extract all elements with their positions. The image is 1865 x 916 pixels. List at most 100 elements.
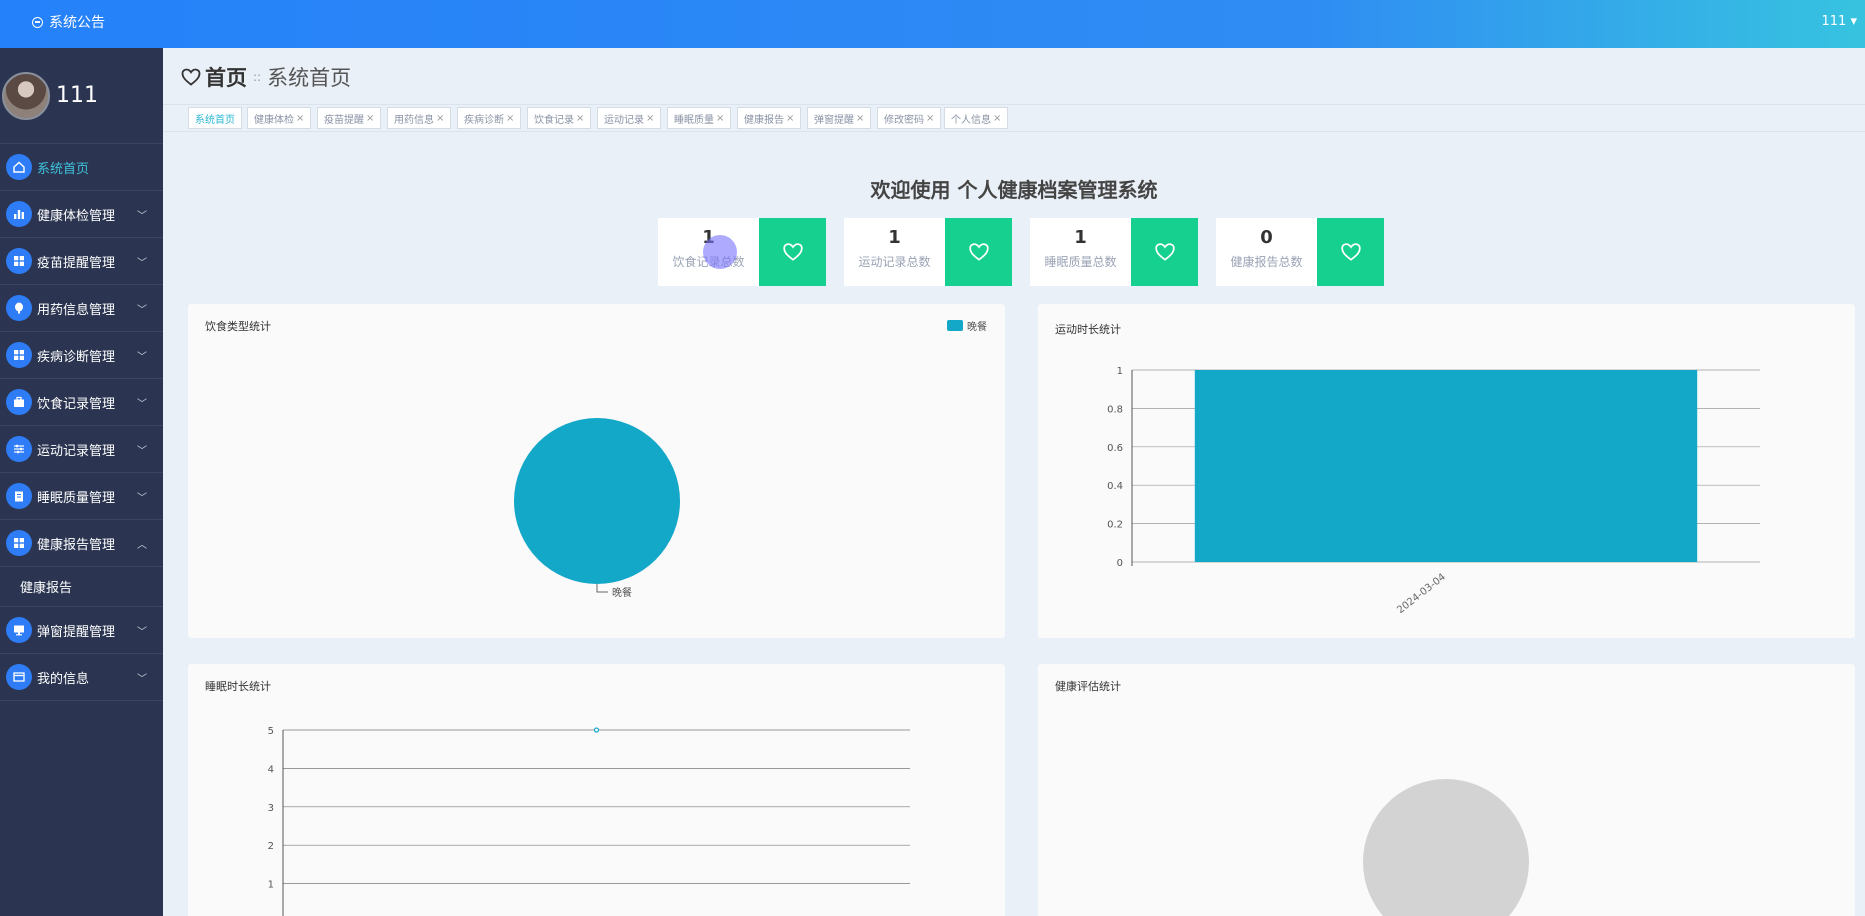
sidebar-item-home[interactable]: 系统首页	[0, 144, 163, 191]
close-icon[interactable]: ×	[506, 113, 514, 124]
tab-exercise[interactable]: 运动记录 ×	[597, 107, 662, 129]
tab-label: 睡眠质量	[674, 114, 714, 126]
close-icon[interactable]: ×	[926, 113, 934, 124]
card-icon	[6, 664, 32, 690]
sidebar-item-label: 我的信息	[37, 671, 90, 687]
sidebar-item-popup-reminder[interactable]: 弹窗提醒管理 ﹀	[0, 607, 163, 654]
tab-diagnosis[interactable]: 疾病诊断 ×	[457, 107, 522, 129]
sleep-line-chart: 1 2 3 4 5	[268, 726, 910, 916]
home-icon	[6, 154, 32, 180]
sidebar-item-label: 饮食记录管理	[37, 396, 116, 412]
tab-bar: 系统首页 健康体检 × 疫苗提醒 × 用药信息 × 疾病诊断 × 饮食记录 × 运动记录 ×…	[163, 104, 1865, 132]
chevron-down-icon: ﹀	[137, 446, 147, 457]
y-tick-label: 0.6	[1107, 443, 1123, 454]
chevron-down-icon: ﹀	[137, 258, 147, 269]
sidebar-item-health-check[interactable]: 健康体检管理 ﹀	[0, 191, 163, 238]
tab-label: 修改密码	[884, 114, 924, 126]
chevron-down-icon: ﹀	[137, 305, 147, 316]
sliders-icon	[6, 436, 32, 462]
chevron-down-icon: ﹀	[137, 627, 147, 638]
tab-diet[interactable]: 饮食记录 ×	[527, 107, 592, 129]
tab-label: 疾病诊断	[464, 114, 504, 126]
tab-home[interactable]: 系统首页	[188, 107, 242, 129]
x-tick-label: 2024-03-04	[1395, 572, 1448, 616]
tab-sleep[interactable]: 睡眠质量 ×	[667, 107, 732, 129]
y-tick-label: 1	[1117, 366, 1123, 377]
sidebar-item-diet[interactable]: 饮食记录管理 ﹀	[0, 379, 163, 426]
chevron-down-icon: ﹀	[137, 674, 147, 685]
exercise-duration-chart-panel: 运动时长统计 0 0.2 0.4 0.6 0.8 1 2024-03-04	[1038, 304, 1855, 638]
profile-name: 111	[56, 83, 98, 108]
health-assessment-chart-panel: 健康评估统计	[1038, 664, 1855, 916]
page-header: 首页 :: 系统首页	[163, 48, 1865, 104]
tab-label: 健康体检	[254, 114, 294, 126]
tab-label: 运动记录	[604, 114, 644, 126]
stat-card-diet: 1饮食记录总数	[658, 218, 826, 286]
data-point[interactable]	[593, 727, 600, 733]
close-icon[interactable]: ×	[993, 113, 1001, 124]
tab-personal-info[interactable]: 个人信息 ×	[944, 107, 1009, 129]
close-icon[interactable]: ×	[716, 113, 724, 124]
heart-icon	[1154, 243, 1175, 261]
tab-health-check[interactable]: 健康体检 ×	[247, 107, 312, 129]
tab-medication[interactable]: 用药信息 ×	[387, 107, 452, 129]
stat-button[interactable]	[1131, 218, 1198, 286]
close-icon[interactable]: ×	[366, 113, 374, 124]
y-tick-label: 0.2	[1107, 520, 1123, 531]
chevron-down-icon: ﹀	[137, 493, 147, 504]
sidebar-item-diagnosis[interactable]: 疾病诊断管理 ﹀	[0, 332, 163, 379]
close-icon[interactable]: ×	[856, 113, 864, 124]
profile: 111	[0, 48, 163, 144]
pie-slice[interactable]	[514, 418, 680, 584]
tab-vaccine[interactable]: 疫苗提醒 ×	[317, 107, 382, 129]
sidebar-item-vaccine[interactable]: 疫苗提醒管理 ﹀	[0, 238, 163, 285]
close-icon[interactable]: ×	[296, 113, 304, 124]
briefcase-icon	[6, 389, 32, 415]
heart-icon	[1340, 243, 1361, 261]
stat-label: 睡眠质量总数	[1044, 255, 1117, 269]
tab-label: 疫苗提醒	[324, 114, 364, 126]
breadcrumb-home[interactable]: 首页	[205, 62, 247, 92]
exercise-bar-chart: 0 0.2 0.4 0.6 0.8 1 2024-03-04	[1107, 366, 1760, 616]
sidebar-item-health-report[interactable]: 健康报告管理 ︿	[0, 520, 163, 567]
sleep-duration-chart-panel: 睡眠时长统计 12345	[188, 664, 1005, 916]
sidebar-item-my-info[interactable]: 我的信息 ﹀	[0, 654, 163, 701]
stat-button[interactable]	[1317, 218, 1384, 286]
tab-change-password[interactable]: 修改密码 ×	[877, 107, 942, 129]
stat-button[interactable]	[945, 218, 1012, 286]
close-icon[interactable]: ×	[646, 113, 654, 124]
tab-label: 系统首页	[195, 114, 235, 126]
tab-popup-reminder[interactable]: 弹窗提醒 ×	[807, 107, 872, 129]
y-tick-label: 5	[268, 726, 274, 737]
grid-icon	[6, 530, 32, 556]
sidebar-item-exercise[interactable]: 运动记录管理 ﹀	[0, 426, 163, 473]
close-icon[interactable]: ×	[576, 113, 584, 124]
pill-icon	[6, 295, 32, 321]
cursor-highlight	[703, 235, 737, 269]
chevron-down-icon: ﹀	[137, 352, 147, 363]
sidebar-item-label: 健康体检管理	[37, 208, 116, 224]
avatar[interactable]	[2, 71, 50, 120]
stat-label: 运动记录总数	[858, 255, 931, 269]
close-icon[interactable]: ×	[436, 113, 444, 124]
stat-button[interactable]	[759, 218, 826, 286]
breadcrumb-separator: ::	[253, 70, 262, 84]
tab-label: 饮食记录	[534, 114, 574, 126]
sidebar-item-medication[interactable]: 用药信息管理 ﹀	[0, 285, 163, 332]
stat-card-sleep: 1 睡眠质量总数	[1030, 218, 1198, 286]
user-menu[interactable]: 111 ▾	[1822, 14, 1857, 29]
system-notice-link[interactable]: 系统公告	[32, 12, 105, 32]
sidebar-item-label: 用药信息管理	[37, 302, 116, 318]
sidebar-item-label: 弹窗提醒管理	[37, 624, 116, 640]
y-tick-label: 4	[268, 764, 274, 775]
breadcrumb-current: 系统首页	[267, 66, 352, 90]
clipboard-icon	[6, 483, 32, 509]
sidebar-item-sleep[interactable]: 睡眠质量管理 ﹀	[0, 473, 163, 520]
pie-label: 晚餐	[612, 586, 632, 599]
close-icon[interactable]: ×	[786, 113, 794, 124]
monitor-icon	[6, 617, 32, 643]
bar[interactable]	[1194, 370, 1698, 562]
tab-health-report[interactable]: 健康报告 ×	[737, 107, 802, 129]
submenu-item-health-report[interactable]: 健康报告	[0, 567, 163, 607]
sidebar-item-label: 疾病诊断管理	[37, 349, 116, 365]
